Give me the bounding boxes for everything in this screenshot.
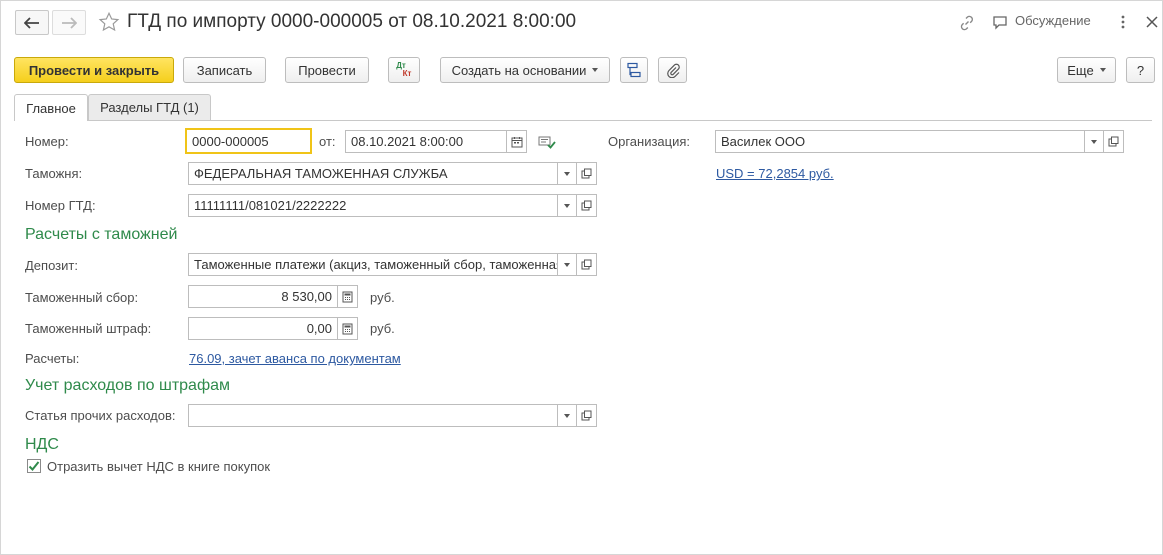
more-vertical-icon[interactable] (1120, 14, 1126, 33)
forward-button[interactable] (52, 10, 86, 35)
back-button[interactable] (15, 10, 49, 35)
deposit-value: Таможенные платежи (акциз, таможенный сб… (194, 257, 557, 272)
gtd-number-open-button[interactable] (577, 194, 597, 217)
customs-value: ФЕДЕРАЛЬНАЯ ТАМОЖЕННАЯ СЛУЖБА (194, 166, 448, 181)
section-vat-heading: НДС (25, 436, 59, 453)
more-label: Еще (1067, 62, 1094, 78)
section-fines-heading: Учет расходов по штрафам (25, 377, 231, 394)
save-button[interactable]: Записать (183, 57, 266, 83)
settlements-label: Расчеты: (25, 351, 80, 366)
favorite-star-icon[interactable] (98, 11, 120, 36)
arrow-left-icon (24, 16, 39, 29)
open-window-icon (581, 410, 592, 421)
organization-value: Василек ООО (721, 134, 806, 149)
vat-deduction-checkbox[interactable] (27, 459, 41, 473)
paperclip-icon (666, 63, 680, 78)
structure-button[interactable] (620, 57, 648, 83)
number-input[interactable]: 0000-000005 (185, 128, 312, 154)
other-expense-select[interactable] (188, 404, 577, 427)
customs-label: Таможня: (25, 166, 83, 181)
open-window-icon (1108, 136, 1119, 147)
open-window-icon (581, 200, 592, 211)
gtd-number-label: Номер ГТД: (25, 198, 96, 213)
chevron-down-icon[interactable] (557, 163, 576, 184)
calendar-icon[interactable] (506, 131, 526, 152)
arrow-right-icon (62, 16, 77, 29)
kt-label: Кт (402, 69, 412, 78)
chevron-down-icon[interactable] (557, 195, 576, 216)
deposit-select[interactable]: Таможенные платежи (акциз, таможенный сб… (188, 253, 577, 276)
hierarchy-icon (627, 62, 641, 78)
settlements-link[interactable]: 76.09, зачет аванса по документам (189, 351, 401, 366)
close-icon[interactable] (1146, 16, 1158, 31)
document-window: ГТД по импорту 0000-000005 от 08.10.2021… (0, 0, 1163, 555)
customs-select[interactable]: ФЕДЕРАЛЬНАЯ ТАМОЖЕННАЯ СЛУЖБА (188, 162, 577, 185)
deposit-open-button[interactable] (577, 253, 597, 276)
dt-kt-button[interactable]: Дт Кт (388, 57, 420, 83)
organization-open-button[interactable] (1104, 130, 1124, 153)
checkmark-icon (28, 461, 40, 471)
link-icon[interactable] (958, 14, 976, 35)
date-input[interactable]: 08.10.2021 8:00:00 (345, 130, 527, 153)
open-window-icon (581, 259, 592, 270)
calculator-icon[interactable] (337, 286, 357, 307)
discussion-icon[interactable] (992, 15, 1010, 34)
date-from-label: от: (319, 134, 336, 149)
tab-divider (14, 120, 1152, 121)
chevron-down-icon[interactable] (1084, 131, 1103, 152)
attach-files-button[interactable] (658, 57, 687, 83)
calculator-icon[interactable] (337, 318, 357, 339)
customs-fee-input[interactable]: 8 530,00 (188, 285, 358, 308)
other-expense-label: Статья прочих расходов: (25, 408, 176, 423)
page-title: ГТД по импорту 0000-000005 от 08.10.2021… (127, 11, 577, 32)
chevron-down-icon[interactable] (557, 405, 576, 426)
customs-fee-unit: руб. (370, 290, 395, 305)
numbering-settings-icon[interactable] (538, 134, 556, 153)
create-based-on-label: Создать на основании (451, 62, 587, 78)
post-and-close-button[interactable]: Провести и закрыть (14, 57, 174, 83)
tab-gtd-sections[interactable]: Разделы ГТД (1) (88, 94, 211, 120)
chevron-down-icon[interactable] (557, 254, 576, 275)
customs-fee-label: Таможенный сбор: (25, 290, 139, 305)
tab-main[interactable]: Главное (14, 94, 88, 121)
other-expense-open-button[interactable] (577, 404, 597, 427)
currency-rate-link[interactable]: USD = 72,2854 руб. (716, 166, 834, 181)
chevron-down-icon (592, 68, 599, 72)
number-label: Номер: (25, 134, 69, 149)
vat-deduction-label[interactable]: Отразить вычет НДС в книге покупок (47, 459, 270, 474)
gtd-number-value: 11111111/081021/2222222 (194, 198, 347, 213)
customs-fee-value: 8 530,00 (281, 289, 332, 304)
more-button[interactable]: Еще (1057, 57, 1116, 83)
date-value: 08.10.2021 8:00:00 (351, 134, 464, 149)
chevron-down-icon (1099, 68, 1106, 72)
organization-select[interactable]: Василек ООО (715, 130, 1104, 153)
customs-fine-unit: руб. (370, 321, 395, 336)
customs-fine-value: 0,00 (306, 321, 332, 336)
post-button[interactable]: Провести (285, 57, 369, 83)
open-window-icon (581, 168, 592, 179)
gtd-number-select[interactable]: 11111111/081021/2222222 (188, 194, 577, 217)
number-value: 0000-000005 (192, 133, 269, 149)
customs-fine-input[interactable]: 0,00 (188, 317, 358, 340)
organization-label: Организация: (608, 134, 691, 149)
deposit-label: Депозит: (25, 258, 78, 273)
discussion-button[interactable]: Обсуждение (1015, 13, 1091, 28)
create-based-on-button[interactable]: Создать на основании (440, 57, 610, 83)
help-button[interactable]: ? (1126, 57, 1155, 83)
customs-open-button[interactable] (577, 162, 597, 185)
section-settlements-heading: Расчеты с таможней (25, 226, 178, 243)
customs-fine-label: Таможенный штраф: (25, 321, 152, 336)
